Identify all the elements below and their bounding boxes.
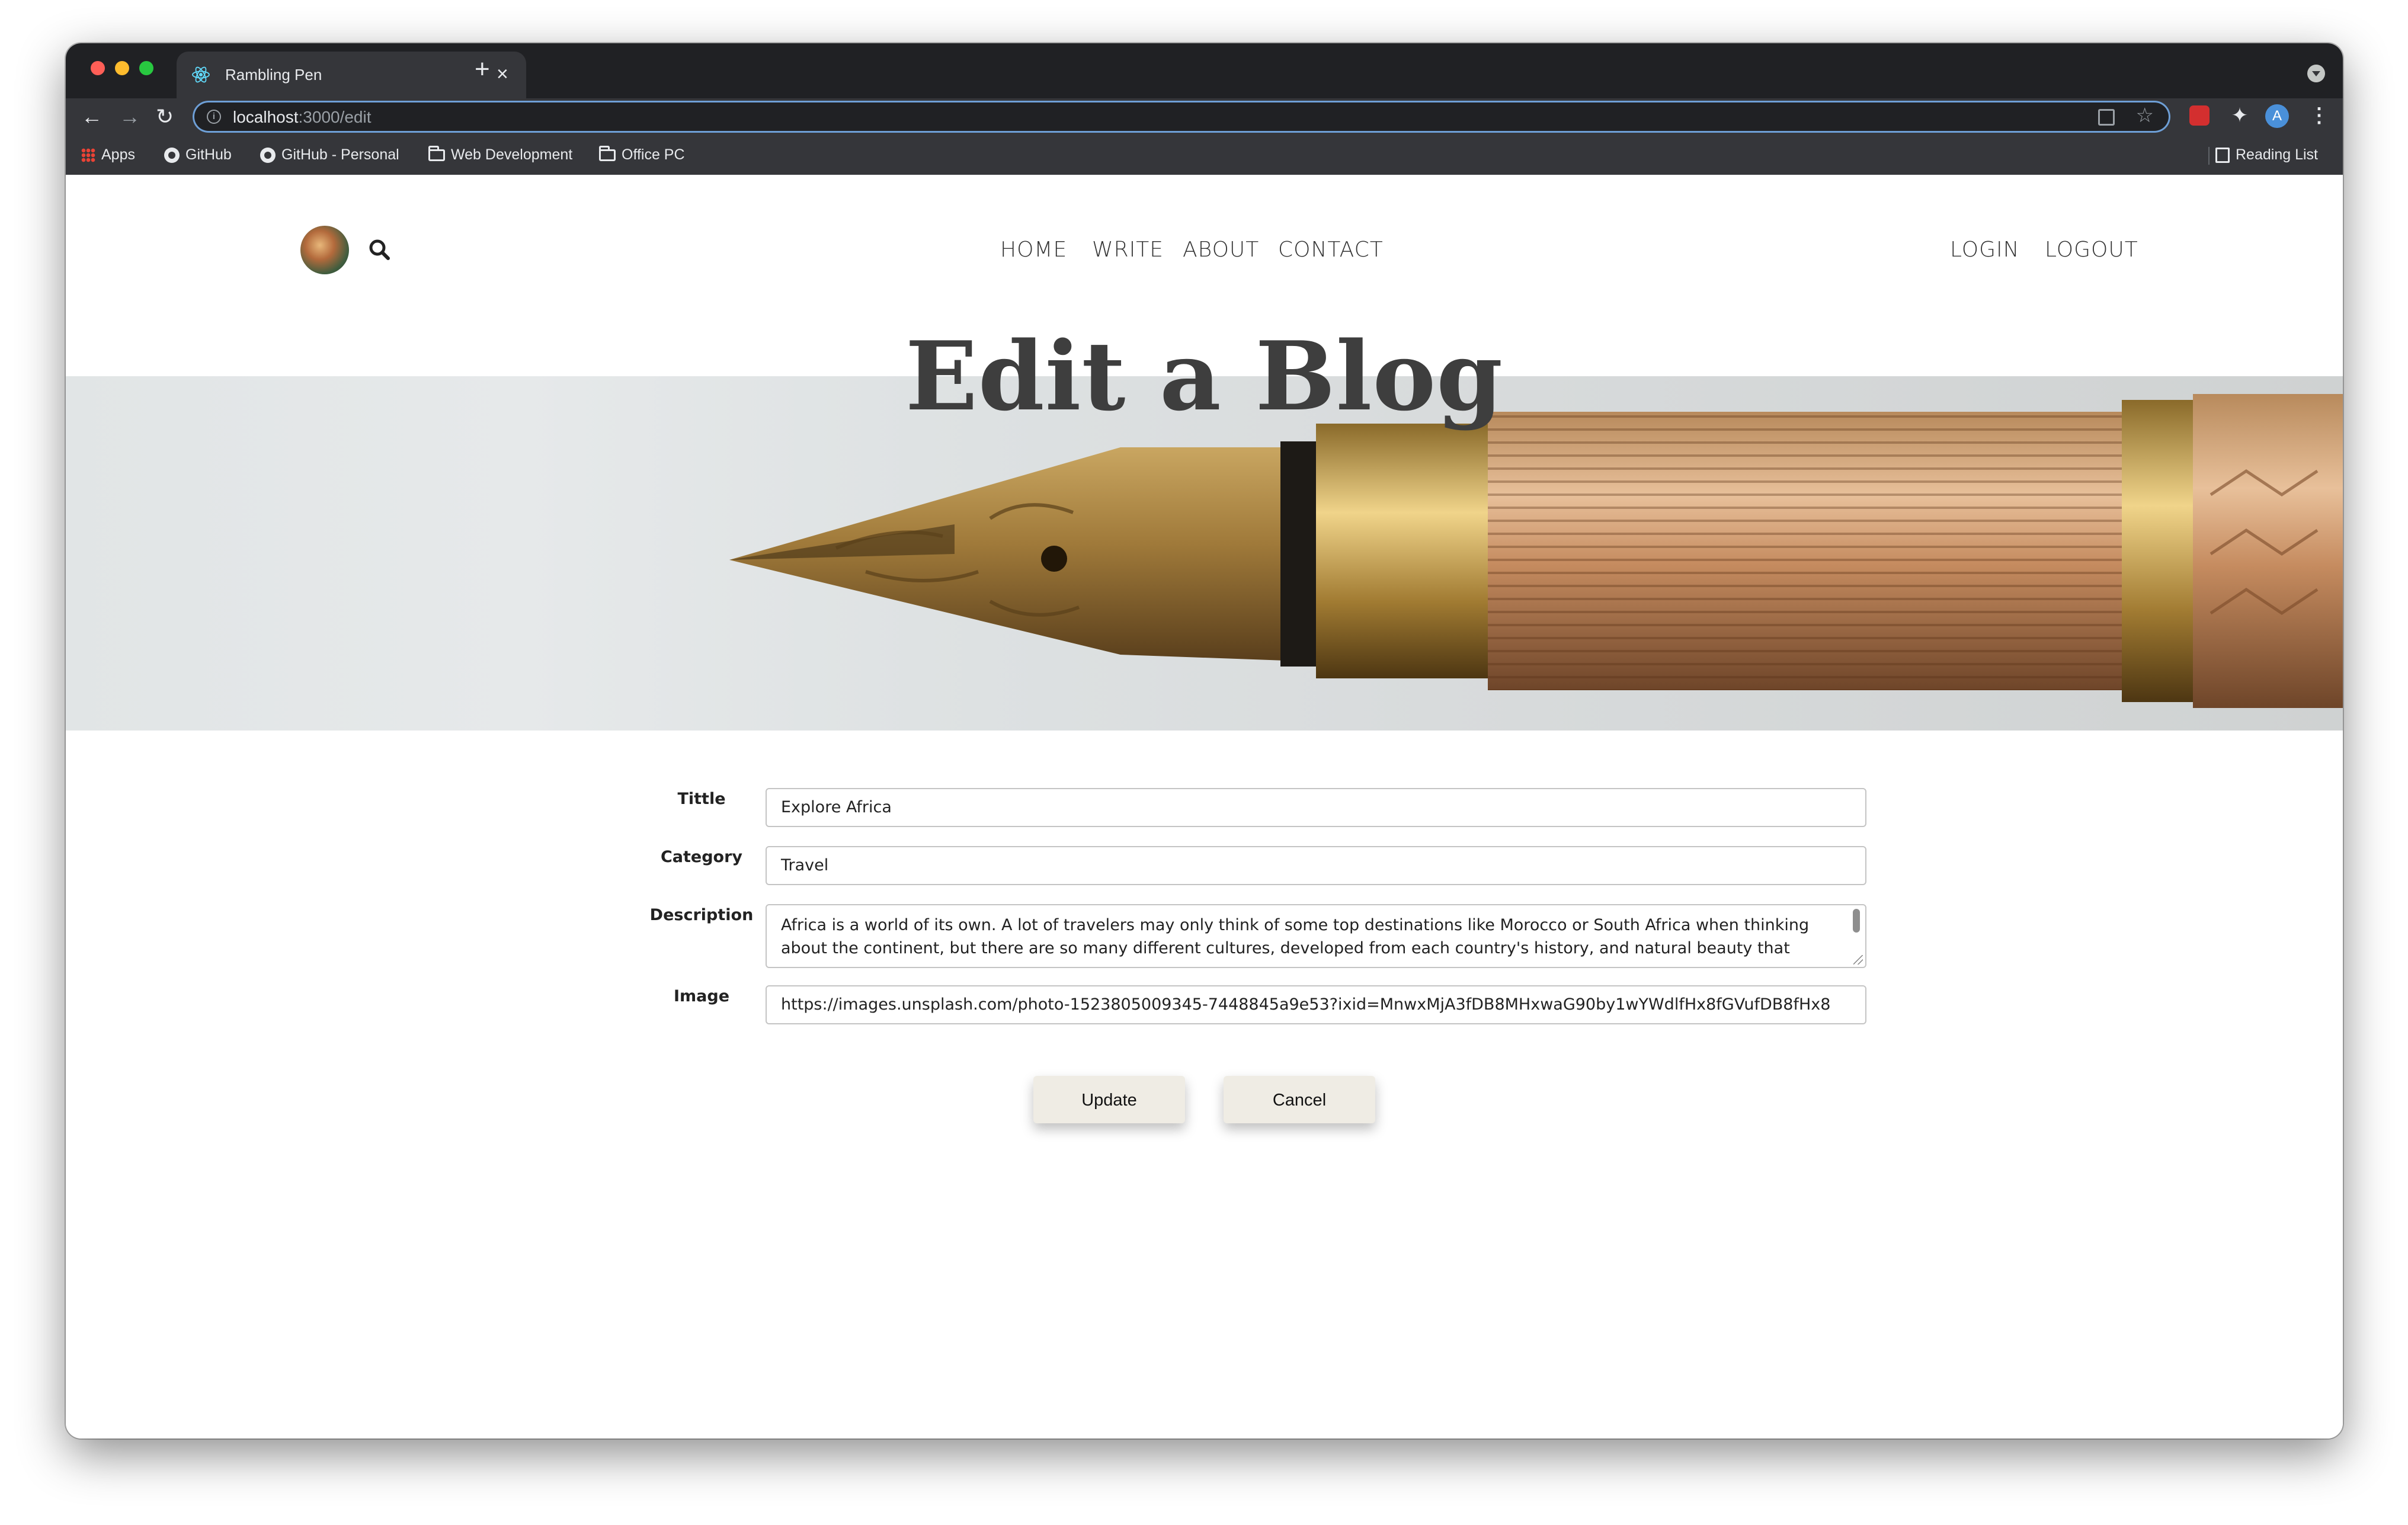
minimize-window-button[interactable] (115, 61, 129, 75)
site-info-icon[interactable]: i (207, 110, 221, 124)
bookmark-web-development[interactable]: Web Development (428, 145, 572, 165)
browser-window: Rambling Pen × + ← → ↻ i localhost:3000/… (66, 43, 2343, 1439)
cancel-button[interactable]: Cancel (1224, 1076, 1375, 1123)
url-text[interactable]: localhost:3000/edit (233, 108, 372, 127)
new-tab-icon[interactable]: + (475, 56, 490, 82)
forward-arrow-icon[interactable]: → (119, 102, 140, 132)
bookmark-apps[interactable]: Apps (81, 145, 135, 165)
page-title: Edit a Blog (905, 321, 1504, 432)
bookmark-office-pc[interactable]: Office PC (599, 145, 685, 165)
github-icon (260, 148, 276, 164)
nav-contact-link[interactable]: CONTACT (1278, 238, 1384, 262)
zoom-window-button[interactable] (139, 61, 153, 75)
nav-login-link[interactable]: LOGIN (1950, 238, 2020, 262)
tab-search-icon[interactable] (2307, 65, 2325, 82)
browser-toolbar: ← → ↻ i localhost:3000/edit ☆ ✦ A ⋮ (66, 98, 2343, 136)
profile-avatar[interactable]: A (2265, 104, 2289, 128)
resize-handle-icon[interactable] (1853, 955, 1863, 965)
description-text: Africa is a world of its own. A lot of t… (781, 916, 1810, 967)
folder-icon (428, 146, 445, 162)
apps-grid-icon (81, 148, 95, 163)
extensions-puzzle-icon[interactable]: ✦ (2230, 105, 2250, 126)
reading-list-icon (2215, 148, 2230, 164)
reading-list-button[interactable]: Reading List (2215, 145, 2318, 165)
search-icon[interactable] (365, 235, 395, 265)
browser-tab[interactable]: Rambling Pen × (177, 52, 526, 98)
bookmark-github[interactable]: GitHub (164, 145, 232, 165)
react-favicon-icon (192, 66, 210, 83)
qr-code-icon[interactable] (2098, 109, 2115, 126)
back-arrow-icon[interactable]: ← (81, 102, 103, 132)
update-button[interactable]: Update (1033, 1076, 1185, 1123)
description-textarea[interactable]: Africa is a world of its own. A lot of t… (766, 904, 1866, 968)
tab-close-icon[interactable]: × (497, 62, 508, 86)
close-window-button[interactable] (91, 61, 105, 75)
title-input[interactable]: Explore Africa (766, 788, 1866, 827)
scrollbar-thumb[interactable] (1853, 909, 1860, 933)
tab-title: Rambling Pen (225, 66, 322, 84)
bookmarks-bar: Apps GitHub GitHub - Personal Web Develo… (66, 136, 2343, 175)
category-input[interactable]: Travel (766, 846, 1866, 885)
bookmarks-divider (2208, 147, 2210, 165)
nav-logout-link[interactable]: LOGOUT (2045, 238, 2138, 262)
address-bar[interactable]: i localhost:3000/edit ☆ (193, 101, 2170, 133)
extension-icon[interactable] (2189, 105, 2210, 126)
folder-icon (599, 146, 616, 162)
nav-about-link[interactable]: ABOUT (1183, 238, 1259, 262)
image-url-input[interactable]: https://images.unsplash.com/photo-152380… (766, 985, 1866, 1024)
reload-icon[interactable]: ↻ (156, 102, 174, 132)
github-icon (164, 148, 180, 164)
bookmark-star-icon[interactable]: ☆ (2136, 104, 2154, 127)
page-content: HOME WRITE ABOUT CONTACT LOGIN LOGOUT Ed… (66, 175, 2343, 1439)
tab-bar: Rambling Pen × + (66, 43, 2343, 98)
browser-menu-icon[interactable]: ⋮ (2309, 101, 2329, 130)
nav-home-link[interactable]: HOME (1000, 238, 1067, 262)
nav-write-link[interactable]: WRITE (1092, 238, 1164, 262)
user-avatar[interactable] (300, 226, 349, 274)
bookmark-github-personal[interactable]: GitHub - Personal (260, 145, 399, 165)
